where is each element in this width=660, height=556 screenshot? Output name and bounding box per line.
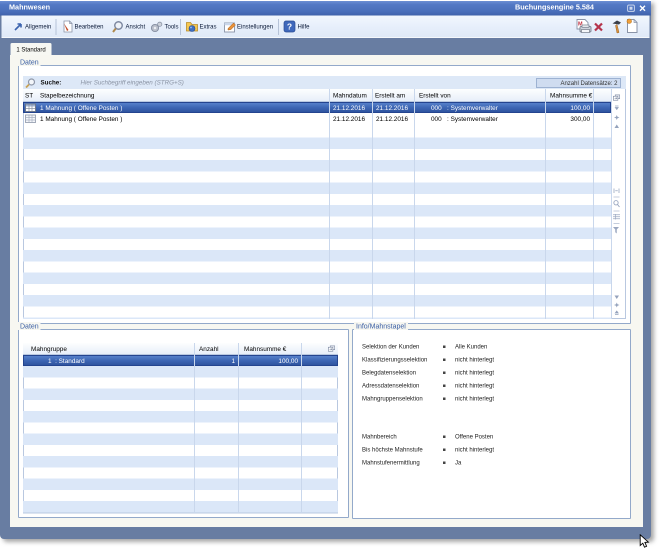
svg-text:?: ? xyxy=(287,22,292,32)
